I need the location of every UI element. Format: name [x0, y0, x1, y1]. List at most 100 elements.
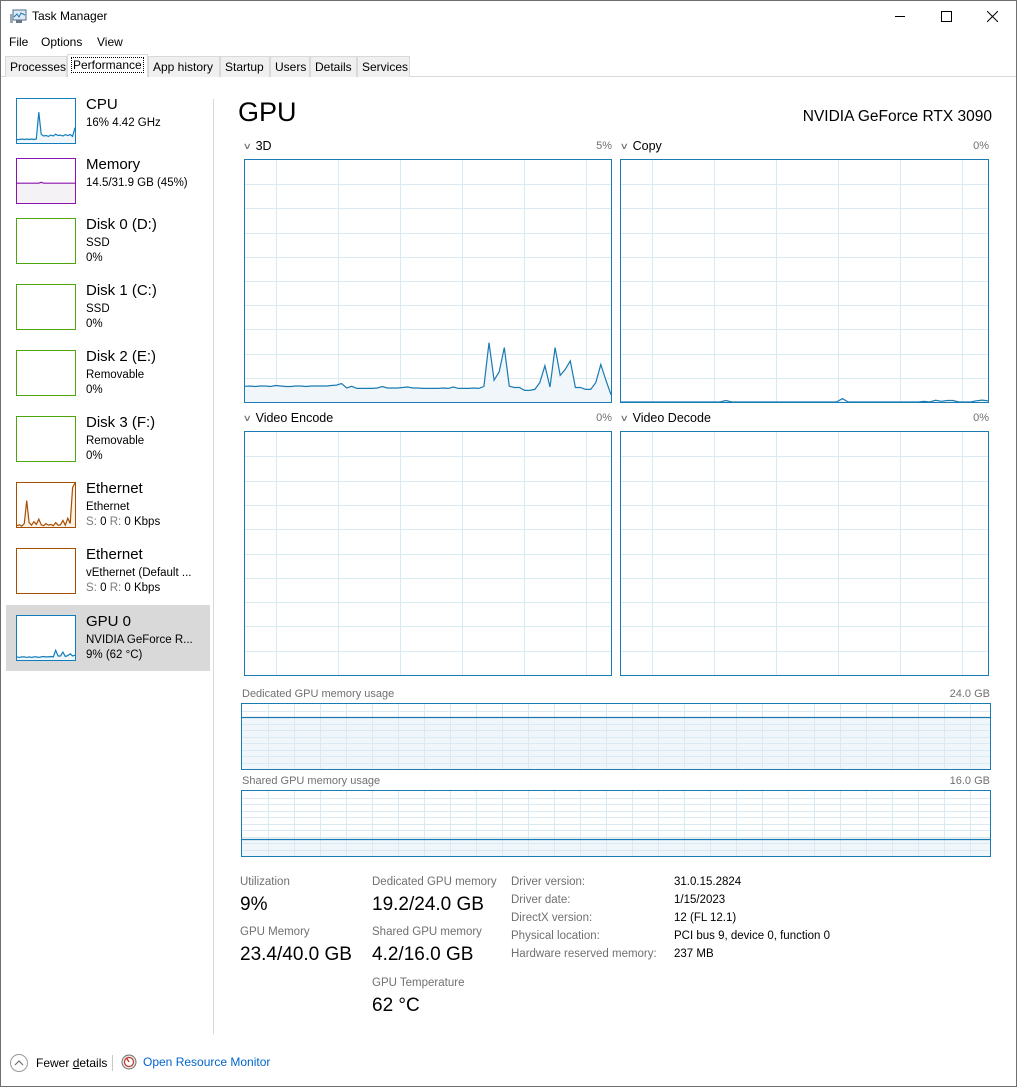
sidebar-item-value: 0%	[86, 252, 103, 264]
sidebar-item-disk-3[interactable]: Disk 3 (F:) Removable 0%	[6, 406, 210, 472]
info-label: Driver version:	[511, 876, 586, 888]
minimize-icon	[894, 15, 905, 17]
tab-services[interactable]: Services	[357, 56, 410, 77]
sidebar-item-title: Ethernet	[86, 480, 143, 497]
maximize-button[interactable]	[923, 1, 969, 31]
chart-max-label: 0%	[973, 140, 989, 152]
tab-users[interactable]: Users	[270, 56, 310, 77]
sidebar-item-disk-0[interactable]: Disk 0 (D:) SSD 0%	[6, 208, 210, 274]
open-resource-monitor-label: Open Resource Monitor	[143, 1055, 271, 1069]
tab-label: Performance	[71, 57, 144, 73]
tab-label: Users	[275, 60, 307, 74]
sidebar-item-subtitle: SSD	[86, 303, 110, 315]
tab-startup[interactable]: Startup	[220, 56, 270, 77]
sidebar-item-vethernet[interactable]: Ethernet vEthernet (Default ... S: 0 R: …	[6, 538, 210, 604]
disk-thumbnail-graph	[16, 350, 76, 396]
menu-file[interactable]: File	[9, 35, 28, 49]
sidebar-item-gpu-0[interactable]: GPU 0 NVIDIA GeForce R... 9% (62 °C)	[6, 605, 210, 671]
window-title: Task Manager	[32, 9, 108, 23]
tab-details[interactable]: Details	[310, 56, 357, 77]
tab-bar: Processes Performance App history Startu…	[1, 53, 1016, 77]
performance-sidebar: CPU 16% 4.42 GHz Memory 14.5/31.9 GB (45…	[1, 78, 213, 1038]
tab-label: Details	[315, 60, 352, 74]
driver-date-value: 1/15/2023	[674, 894, 726, 906]
sidebar-divider[interactable]	[213, 99, 214, 1034]
series-line	[17, 112, 75, 141]
tab-app-history[interactable]: App history	[148, 56, 220, 77]
memory-usage-fill	[242, 839, 990, 856]
sidebar-item-title: GPU 0	[86, 613, 132, 630]
footer-divider	[112, 1055, 113, 1071]
task-manager-window: Task Manager File Options View Processes…	[0, 0, 1017, 1087]
info-label: Physical location:	[511, 930, 600, 942]
engine-selector-copy[interactable]: ∨ Copy	[619, 139, 662, 153]
memory-thumbnail-graph	[16, 158, 76, 204]
receive-value: 0 Kbps	[124, 582, 161, 594]
sidebar-item-subtitle: SSD	[86, 237, 110, 249]
title-bar[interactable]: Task Manager	[1, 1, 1016, 32]
series-line	[17, 181, 75, 184]
engine-selector-video-decode[interactable]: ∨ Video Decode	[620, 411, 711, 425]
receive-label: R:	[109, 582, 122, 594]
close-button[interactable]	[969, 1, 1015, 31]
fewer-details-button[interactable]: Fewer details	[10, 1054, 107, 1072]
receive-value: 0 Kbps	[124, 516, 161, 528]
send-label: S:	[86, 582, 97, 594]
sidebar-item-title: Disk 1 (C:)	[86, 282, 157, 299]
sidebar-item-disk-2[interactable]: Disk 2 (E:) Removable 0%	[6, 340, 210, 406]
sidebar-item-ethernet[interactable]: Ethernet Ethernet S: 0 R: 0 Kbps	[6, 472, 210, 538]
sidebar-item-disk-1[interactable]: Disk 1 (C:) SSD 0%	[6, 274, 210, 340]
chevron-up-icon	[10, 1054, 28, 1072]
chart-dedicated-memory	[241, 703, 991, 770]
gpu-temperature-label: GPU Temperature	[372, 977, 465, 989]
sidebar-item-cpu[interactable]: CPU 16% 4.42 GHz	[6, 88, 210, 154]
chart-title: Video Encode	[255, 411, 334, 425]
physical-location-value: PCI bus 9, device 0, function 0	[674, 930, 830, 942]
series-area	[17, 112, 75, 143]
sidebar-item-value: 0%	[86, 450, 103, 462]
gpu-thumbnail-graph	[16, 615, 76, 661]
tab-performance[interactable]: Performance	[67, 54, 148, 77]
info-label: Hardware reserved memory:	[511, 948, 657, 960]
minimize-button[interactable]	[877, 1, 923, 31]
footer: Fewer details Open Resource Monitor	[1, 1046, 1016, 1086]
engine-selector-video-encode[interactable]: ∨ Video Encode	[243, 411, 334, 425]
receive-label: R:	[109, 516, 122, 528]
chart-video-encode	[244, 431, 612, 676]
sidebar-item-title: Memory	[86, 156, 141, 173]
sidebar-item-memory[interactable]: Memory 14.5/31.9 GB (45%)	[6, 148, 210, 214]
sidebar-item-throughput: S: 0 R: 0 Kbps	[86, 582, 160, 594]
open-resource-monitor-link[interactable]: Open Resource Monitor	[121, 1054, 270, 1070]
sidebar-item-value: 0%	[86, 318, 103, 330]
chart-title: 3D	[255, 139, 272, 153]
fewer-details-label: Fewer details	[36, 1056, 108, 1070]
tab-label: Services	[362, 60, 409, 74]
menu-bar: File Options View	[1, 32, 1016, 51]
menu-options[interactable]: Options	[41, 35, 82, 49]
disk-thumbnail-graph	[16, 284, 76, 330]
menu-view[interactable]: View	[97, 35, 123, 49]
chevron-down-icon: ∨	[619, 140, 629, 151]
dedicated-memory-label: Dedicated GPU memory	[372, 876, 497, 888]
maximize-icon	[940, 10, 952, 22]
engine-selector-3d[interactable]: ∨ 3D	[242, 139, 272, 153]
shared-usage-label: Shared GPU memory usage	[242, 775, 381, 787]
series-area	[17, 182, 75, 203]
info-label: Driver date:	[511, 894, 571, 906]
sidebar-item-value: 0%	[86, 384, 103, 396]
resource-monitor-icon	[121, 1054, 137, 1070]
tab-label: Processes	[10, 60, 67, 74]
dedicated-memory-value: 19.2/24.0 GB	[372, 894, 484, 915]
chevron-down-icon: ∨	[242, 140, 252, 151]
sidebar-item-value: 9% (62 °C)	[86, 649, 143, 661]
info-label: DirectX version:	[511, 912, 593, 924]
sidebar-item-title: Disk 0 (D:)	[86, 216, 157, 233]
sidebar-item-title: Ethernet	[86, 546, 143, 563]
chart-max-label: 5%	[596, 140, 612, 152]
tab-processes[interactable]: Processes	[5, 56, 67, 77]
chart-3d	[244, 159, 612, 403]
series-line	[621, 397, 988, 402]
sidebar-item-subtitle: NVIDIA GeForce R...	[86, 634, 193, 646]
ethernet-thumbnail-graph	[16, 482, 76, 528]
chart-title: Copy	[632, 139, 662, 153]
